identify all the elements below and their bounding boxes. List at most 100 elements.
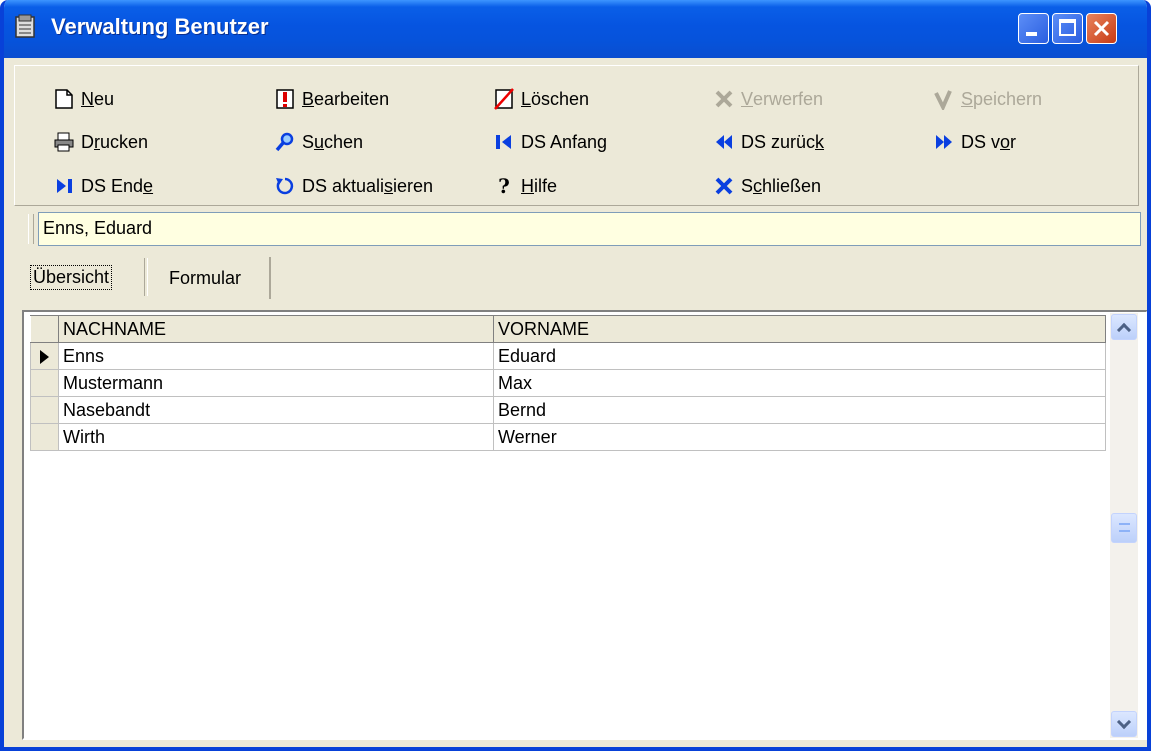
edit-label: earbeiten [314, 88, 390, 109]
tab-formular-label: Formular [169, 267, 242, 288]
cell-nachname[interactable]: Wirth [58, 423, 494, 451]
first-record-icon [496, 135, 511, 149]
next-record-label: r [1010, 131, 1017, 152]
table-row[interactable]: Wirth Werner [30, 423, 1106, 451]
chevron-up-icon [1116, 322, 1132, 338]
close-label-pre: S [741, 175, 754, 196]
cell-nachname[interactable]: Enns [58, 342, 494, 370]
next-record-mnemonic: o [1000, 131, 1011, 152]
first-record-button[interactable]: DS Anfang [493, 129, 607, 155]
cell-vorname[interactable]: Bernd [493, 396, 1106, 424]
grip-lines-icon [1119, 523, 1130, 532]
scroll-thumb[interactable] [1111, 513, 1137, 543]
search-button[interactable]: Su chen [274, 129, 363, 155]
close-button[interactable]: Sc hließen [713, 173, 821, 199]
discard-button[interactable]: Verwerfen [713, 86, 823, 112]
delete-label-mnemonic: L [521, 88, 532, 109]
save-label: peichern [973, 88, 1043, 109]
cell-vorname[interactable]: Eduard [493, 342, 1106, 370]
row-indicator[interactable] [30, 396, 59, 424]
title-bar[interactable]: Verwaltung Benutzer [4, 0, 1147, 58]
scroll-down-button[interactable] [1111, 711, 1137, 737]
print-button[interactable]: Dr ucken [53, 129, 148, 155]
row-indicator[interactable] [30, 369, 59, 397]
vertical-scrollbar[interactable] [1110, 313, 1138, 738]
current-record-field: Enns, Eduard [38, 212, 1141, 246]
refresh-mnemonic: s [384, 175, 394, 196]
record-grip [28, 214, 34, 244]
edit-icon [276, 89, 294, 109]
cell-vorname[interactable]: Max [493, 369, 1106, 397]
discard-label-mnemonic: V [741, 88, 754, 109]
header-indicator-cell [30, 315, 59, 343]
chevron-down-icon [1116, 714, 1132, 730]
delete-button[interactable]: Löschen [493, 86, 589, 112]
help-button[interactable]: ? Hilfe [493, 173, 557, 199]
edit-label-mnemonic: B [302, 88, 315, 109]
maximize-icon [1059, 19, 1076, 36]
column-header-nachname[interactable]: NACHNAME [58, 315, 494, 343]
refresh-label-pre: DS aktuali [302, 175, 385, 196]
print-label: ucken [100, 131, 149, 152]
row-indicator[interactable] [30, 342, 59, 370]
next-record-label-pre: DS v [961, 131, 1001, 152]
app-window-icon [15, 14, 35, 38]
window-title: Verwaltung Benutzer [51, 14, 269, 39]
table-row[interactable]: Nasebandt Bernd [30, 396, 1106, 424]
close-x-icon [715, 177, 733, 195]
last-record-icon [57, 179, 72, 193]
minimize-icon [1026, 32, 1037, 36]
tab-uebersicht[interactable]: Übersicht [20, 257, 146, 297]
save-button[interactable]: Speichern [933, 86, 1042, 112]
previous-record-button[interactable]: DS zurüc k [713, 129, 824, 155]
scroll-up-button[interactable] [1111, 314, 1137, 340]
search-label-pre: S [302, 131, 315, 152]
question-mark-icon: ? [498, 174, 510, 198]
edit-button[interactable]: Bearbeiten [274, 86, 389, 112]
maximize-button[interactable] [1052, 13, 1083, 44]
user-table: NACHNAME VORNAME Enns Eduard Mustermann … [30, 315, 1106, 451]
new-label-mnemonic: N [81, 88, 94, 109]
print-label-pre: D [81, 131, 94, 152]
cell-vorname[interactable]: Werner [493, 423, 1106, 451]
column-header-vorname[interactable]: VORNAME [493, 315, 1106, 343]
next-record-button[interactable]: DS vor [933, 129, 1016, 155]
refresh-label: ieren [393, 175, 434, 196]
previous-record-label: DS zurüc [741, 131, 816, 152]
toolbar: Neu Bearbeiten Löschen Verwerfen Speiche… [14, 65, 1139, 206]
refresh-button[interactable]: DS aktuali s ieren [274, 173, 433, 199]
app-window: Verwaltung Benutzer Neu Bearbeiten Lösch… [0, 0, 1151, 751]
minimize-button[interactable] [1018, 13, 1049, 44]
table-row[interactable]: Mustermann Max [30, 369, 1106, 397]
close-icon [1093, 20, 1110, 37]
table-row[interactable]: Enns Eduard [30, 342, 1106, 370]
next-record-icon [936, 135, 952, 149]
previous-record-mnemonic: k [815, 131, 825, 152]
tab-formular[interactable]: Formular [159, 257, 271, 299]
magnifier-icon [275, 132, 294, 152]
close-window-button[interactable] [1086, 13, 1117, 44]
checkmark-icon [934, 90, 952, 110]
delete-label: öschen [531, 88, 590, 109]
tab-divider [144, 258, 148, 296]
help-mnemonic: H [521, 175, 534, 196]
cell-nachname[interactable]: Nasebandt [58, 396, 494, 424]
tab-uebersicht-label: Übersicht [30, 264, 113, 290]
discard-label: erwerfen [753, 88, 824, 109]
new-button[interactable]: Neu [53, 86, 114, 112]
current-row-arrow-icon [40, 350, 49, 364]
help-label: ilfe [534, 175, 558, 196]
search-label-mnemonic: u [314, 131, 325, 152]
refresh-icon [276, 177, 294, 195]
last-record-mnemonic: e [143, 175, 154, 196]
discard-x-icon [715, 90, 733, 108]
close-label: hließen [762, 175, 822, 196]
row-indicator[interactable] [30, 423, 59, 451]
table-header-row: NACHNAME VORNAME [30, 315, 1106, 343]
close-mnemonic: c [753, 175, 763, 196]
save-label-mnemonic: S [961, 88, 974, 109]
printer-icon [54, 132, 74, 152]
last-record-button[interactable]: DS End e [53, 173, 153, 199]
delete-icon [494, 88, 514, 110]
cell-nachname[interactable]: Mustermann [58, 369, 494, 397]
